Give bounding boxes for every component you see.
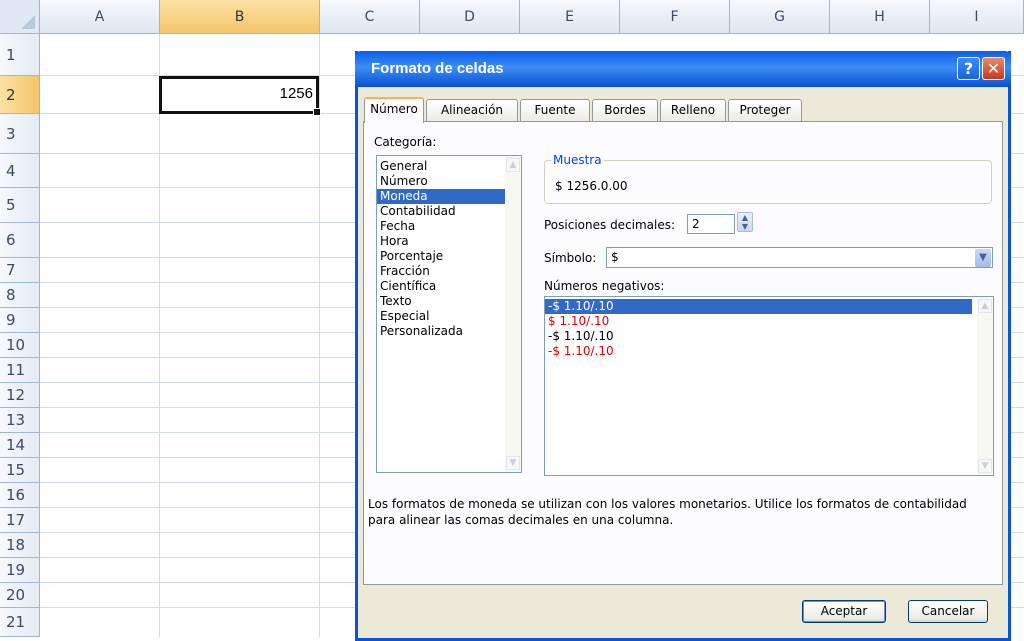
negative-format-item[interactable]: -$ 1.10/.10 bbox=[545, 329, 993, 344]
category-item-general[interactable]: General bbox=[377, 159, 521, 174]
row-header-13[interactable]: 13 bbox=[0, 408, 40, 433]
row-header-20[interactable]: 20 bbox=[0, 583, 40, 608]
category-item-contabilidad[interactable]: Contabilidad bbox=[377, 204, 521, 219]
column-header-i[interactable]: I bbox=[930, 0, 1024, 34]
column-header-e[interactable]: E bbox=[520, 0, 620, 34]
cancel-button[interactable]: Cancelar bbox=[908, 600, 988, 623]
row-header-18[interactable]: 18 bbox=[0, 533, 40, 558]
sample-value: $ 1256.0.00 bbox=[555, 179, 628, 193]
category-item-fecha[interactable]: Fecha bbox=[377, 219, 521, 234]
category-item-cientifica[interactable]: Científica bbox=[377, 279, 521, 294]
column-header-g[interactable]: G bbox=[730, 0, 830, 34]
tab-alineacion[interactable]: Alineación bbox=[426, 99, 518, 121]
row-header-5[interactable]: 5 bbox=[0, 188, 40, 223]
row-header-17[interactable]: 17 bbox=[0, 508, 40, 533]
dialog-title[interactable]: Formato de celdas bbox=[355, 51, 1011, 87]
column-header-f[interactable]: F bbox=[620, 0, 730, 34]
row-header-7[interactable]: 7 bbox=[0, 258, 40, 283]
scroll-up-icon[interactable]: ▲ bbox=[506, 158, 520, 172]
tab-numero[interactable]: Número bbox=[364, 97, 424, 123]
row-header-11[interactable]: 11 bbox=[0, 358, 40, 383]
row-header-1[interactable]: 1 bbox=[0, 34, 40, 76]
category-item-porcentaje[interactable]: Porcentaje bbox=[377, 249, 521, 264]
negative-format-item[interactable]: -$ 1.10/.10 bbox=[545, 344, 993, 359]
negatives-scrollbar[interactable]: ▲ ▼ bbox=[977, 297, 993, 475]
tab-relleno[interactable]: Relleno bbox=[660, 99, 726, 121]
negatives-label: Números negativos: bbox=[544, 279, 665, 293]
cell-b2[interactable]: 1256 bbox=[159, 76, 321, 116]
row-header-15[interactable]: 15 bbox=[0, 458, 40, 483]
decimals-label: Posiciones decimales: bbox=[544, 218, 676, 232]
format-cells-dialog: Formato de celdas ? ✕ Número Alineación … bbox=[355, 51, 1011, 641]
select-all-corner[interactable] bbox=[0, 0, 40, 34]
row-header-4[interactable]: 4 bbox=[0, 154, 40, 188]
close-button[interactable]: ✕ bbox=[982, 57, 1005, 80]
scroll-up-icon[interactable]: ▲ bbox=[978, 299, 992, 313]
gridline bbox=[319, 34, 320, 637]
scroll-down-icon[interactable]: ▼ bbox=[506, 456, 520, 470]
chevron-down-icon[interactable]: ▼ bbox=[975, 249, 991, 267]
row-header-3[interactable]: 3 bbox=[0, 114, 40, 154]
help-button[interactable]: ? bbox=[957, 57, 980, 80]
negative-format-item[interactable]: $ 1.10/.10 bbox=[545, 314, 993, 329]
scroll-down-icon[interactable]: ▼ bbox=[978, 459, 992, 473]
row-header-8[interactable]: 8 bbox=[0, 283, 40, 308]
row-header-2[interactable]: 2 bbox=[0, 76, 40, 114]
symbol-value: $ bbox=[611, 250, 619, 264]
column-header-h[interactable]: H bbox=[830, 0, 930, 34]
sample-group: Muestra $ 1256.0.00 bbox=[544, 153, 992, 204]
row-header-12[interactable]: 12 bbox=[0, 383, 40, 408]
column-header-a[interactable]: A bbox=[40, 0, 160, 34]
symbol-label: Símbolo: bbox=[544, 251, 597, 265]
tab-fuente[interactable]: Fuente bbox=[520, 99, 590, 121]
row-header-6[interactable]: 6 bbox=[0, 223, 40, 258]
category-item-hora[interactable]: Hora bbox=[377, 234, 521, 249]
category-item-personalizada[interactable]: Personalizada bbox=[377, 324, 521, 339]
tab-proteger[interactable]: Proteger bbox=[728, 99, 802, 121]
sample-label: Muestra bbox=[551, 153, 604, 167]
symbol-dropdown[interactable]: $ ▼ bbox=[606, 247, 993, 268]
category-item-fraccion[interactable]: Fracción bbox=[377, 264, 521, 279]
accept-button[interactable]: Aceptar bbox=[802, 600, 886, 623]
category-scrollbar[interactable]: ▲ ▼ bbox=[505, 156, 521, 472]
row-header-19[interactable]: 19 bbox=[0, 558, 40, 583]
number-tab-panel: Categoría: General Número Moneda Contabi… bbox=[363, 121, 1003, 585]
decimals-input[interactable]: 2 bbox=[687, 214, 735, 234]
column-header-c[interactable]: C bbox=[320, 0, 420, 34]
row-header-14[interactable]: 14 bbox=[0, 433, 40, 458]
tab-bordes[interactable]: Bordes bbox=[592, 99, 658, 121]
category-item-especial[interactable]: Especial bbox=[377, 309, 521, 324]
negatives-list[interactable]: -$ 1.10/.10 $ 1.10/.10 -$ 1.10/.10 -$ 1.… bbox=[544, 296, 994, 476]
category-item-numero[interactable]: Número bbox=[377, 174, 521, 189]
gridline bbox=[159, 34, 160, 637]
row-header-16[interactable]: 16 bbox=[0, 483, 40, 508]
row-header-9[interactable]: 9 bbox=[0, 308, 40, 333]
column-header-b[interactable]: B bbox=[160, 0, 320, 34]
column-header-d[interactable]: D bbox=[420, 0, 520, 34]
category-label: Categoría: bbox=[374, 135, 437, 149]
category-list[interactable]: General Número Moneda Contabilidad Fecha… bbox=[376, 155, 522, 473]
category-item-moneda[interactable]: Moneda bbox=[377, 189, 506, 204]
format-description: Los formatos de moneda se utilizan con l… bbox=[368, 497, 967, 527]
row-header-21[interactable]: 21 bbox=[0, 608, 40, 637]
decimals-spinner[interactable]: ▲ ▼ bbox=[737, 212, 753, 232]
row-header-10[interactable]: 10 bbox=[0, 333, 40, 358]
category-item-texto[interactable]: Texto bbox=[377, 294, 521, 309]
negative-format-item[interactable]: -$ 1.10/.10 bbox=[545, 299, 972, 314]
